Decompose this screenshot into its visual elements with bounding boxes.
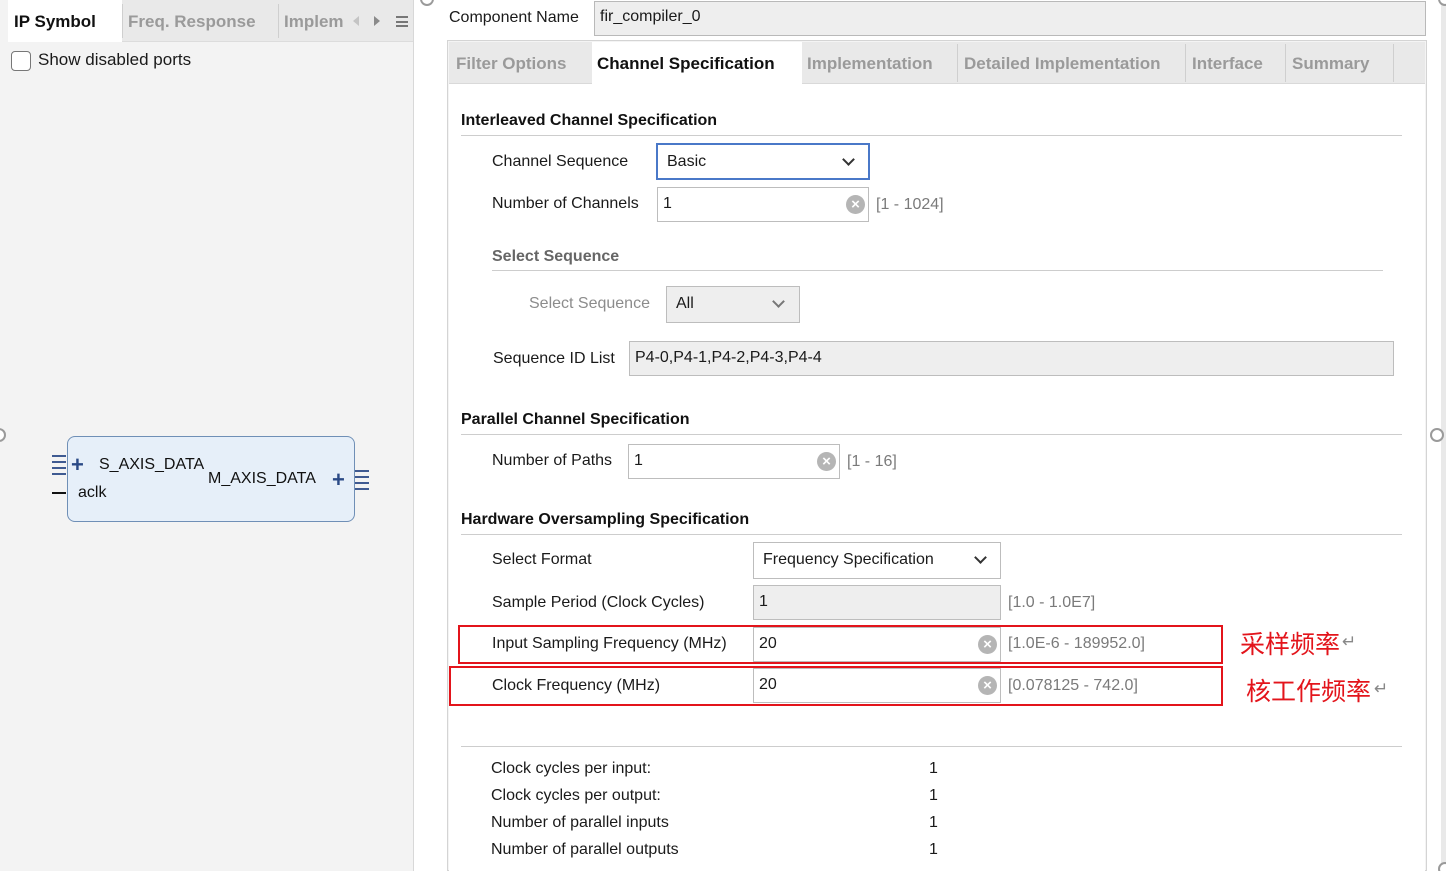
splitter-handle-icon[interactable] [1430, 428, 1444, 442]
number-of-channels-label: Number of Channels [492, 195, 639, 212]
chevron-down-icon [772, 295, 785, 308]
section-title-interleaved: Interleaved Channel Specification [461, 112, 718, 129]
expand-port-icon[interactable]: + [71, 454, 84, 476]
number-of-paths-range: [1 - 16] [847, 453, 897, 470]
chevron-down-icon [842, 153, 855, 166]
expand-port-icon[interactable]: + [332, 469, 345, 491]
bus-interface-icon [52, 453, 66, 475]
select-format-select[interactable]: Frequency Specification [753, 542, 1001, 579]
summary-label: Number of parallel inputs [491, 814, 669, 831]
summary-value: 1 [929, 760, 938, 777]
port-s-axis-data: S_AXIS_DATA [99, 456, 205, 473]
sample-period-field[interactable]: 1 [753, 585, 1001, 620]
summary-label: Clock cycles per output: [491, 787, 661, 804]
select-sequence-label: Select Sequence [529, 295, 650, 312]
summary-label: Clock cycles per input: [491, 760, 652, 777]
annotation-box-input-frequency [458, 625, 1223, 664]
tab-ip-symbol[interactable]: IP Symbol [8, 0, 122, 42]
show-disabled-ports-label: Show disabled ports [38, 50, 192, 69]
tab-implementation-short[interactable]: Implem [278, 0, 348, 42]
section-divider [461, 135, 1402, 136]
splitter-handle-icon[interactable] [1438, 862, 1446, 871]
show-disabled-ports-checkbox[interactable] [11, 51, 31, 71]
number-of-paths-value: 1 [634, 452, 643, 469]
summary-value: 1 [929, 814, 938, 831]
tab-freq-response[interactable]: Freq. Response [122, 0, 278, 42]
annotation-clock-frequency: 核工作频率 [1246, 677, 1372, 706]
number-of-paths-label: Number of Paths [492, 452, 613, 469]
component-name-label: Component Name [449, 9, 579, 26]
left-tab-bar: IP Symbol Freq. Response Implem [8, 0, 413, 42]
tab-menu-icon[interactable] [396, 16, 408, 27]
channel-sequence-value: Basic [667, 153, 707, 170]
scroll-left-icon[interactable] [353, 16, 359, 26]
port-aclk: aclk [78, 484, 107, 501]
section-title-oversampling: Hardware Oversampling Specification [461, 511, 750, 528]
sample-period-range: [1.0 - 1.0E7] [1008, 594, 1096, 611]
summary-value: 1 [929, 841, 938, 858]
return-mark: ↵ [1342, 632, 1357, 651]
section-divider [461, 534, 1402, 535]
tab-interface[interactable]: Interface [1185, 42, 1285, 84]
sequence-id-list-field[interactable]: P4-0,P4-1,P4-2,P4-3,P4-4 [629, 341, 1394, 376]
select-format-label: Select Format [492, 551, 592, 568]
scroll-right-icon[interactable] [374, 16, 380, 26]
number-of-channels-range: [1 - 1024] [876, 196, 944, 213]
tab-summary[interactable]: Summary [1285, 42, 1393, 84]
annotation-box-clock-frequency [449, 666, 1223, 706]
number-of-paths-field[interactable]: 1 × [628, 444, 840, 479]
clear-icon[interactable]: × [817, 452, 836, 471]
section-divider [492, 270, 1383, 271]
summary-value: 1 [929, 787, 938, 804]
select-sequence-value: All [676, 295, 694, 312]
select-format-value: Frequency Specification [763, 551, 934, 568]
component-name-field[interactable]: fir_compiler_0 [594, 1, 1426, 36]
annotation-input-frequency: 采样频率 [1240, 630, 1341, 659]
number-of-channels-value: 1 [663, 195, 672, 212]
sequence-id-list-label: Sequence ID List [493, 350, 615, 367]
chevron-down-icon [974, 551, 987, 564]
port-m-axis-data: M_AXIS_DATA [208, 470, 316, 487]
tab-detailed-implementation[interactable]: Detailed Implementation [957, 42, 1185, 84]
tab-implementation[interactable]: Implementation [800, 42, 957, 84]
config-tab-bar: Filter Options Channel Specification Imp… [449, 42, 1425, 84]
bus-interface-icon [355, 468, 369, 490]
splitter-handle-icon[interactable] [420, 0, 434, 6]
summary-label: Number of parallel outputs [491, 841, 679, 858]
tab-divider [1393, 44, 1394, 82]
tab-filter-options[interactable]: Filter Options [449, 42, 592, 84]
return-mark: ↵ [1374, 679, 1389, 698]
channel-sequence-select[interactable]: Basic [656, 143, 870, 180]
section-title-select-sequence: Select Sequence [492, 248, 620, 265]
splitter-handle-icon[interactable] [1438, 0, 1446, 6]
clock-pin-line [52, 492, 66, 494]
section-title-parallel: Parallel Channel Specification [461, 411, 690, 428]
tab-channel-specification[interactable]: Channel Specification [592, 42, 802, 84]
channel-sequence-label: Channel Sequence [492, 153, 629, 170]
clear-icon[interactable]: × [846, 195, 865, 214]
sample-period-label: Sample Period (Clock Cycles) [492, 594, 705, 611]
section-divider [461, 434, 1402, 435]
select-sequence-select[interactable]: All [666, 286, 800, 323]
number-of-channels-field[interactable]: 1 × [657, 187, 869, 222]
summary-divider [461, 746, 1402, 747]
